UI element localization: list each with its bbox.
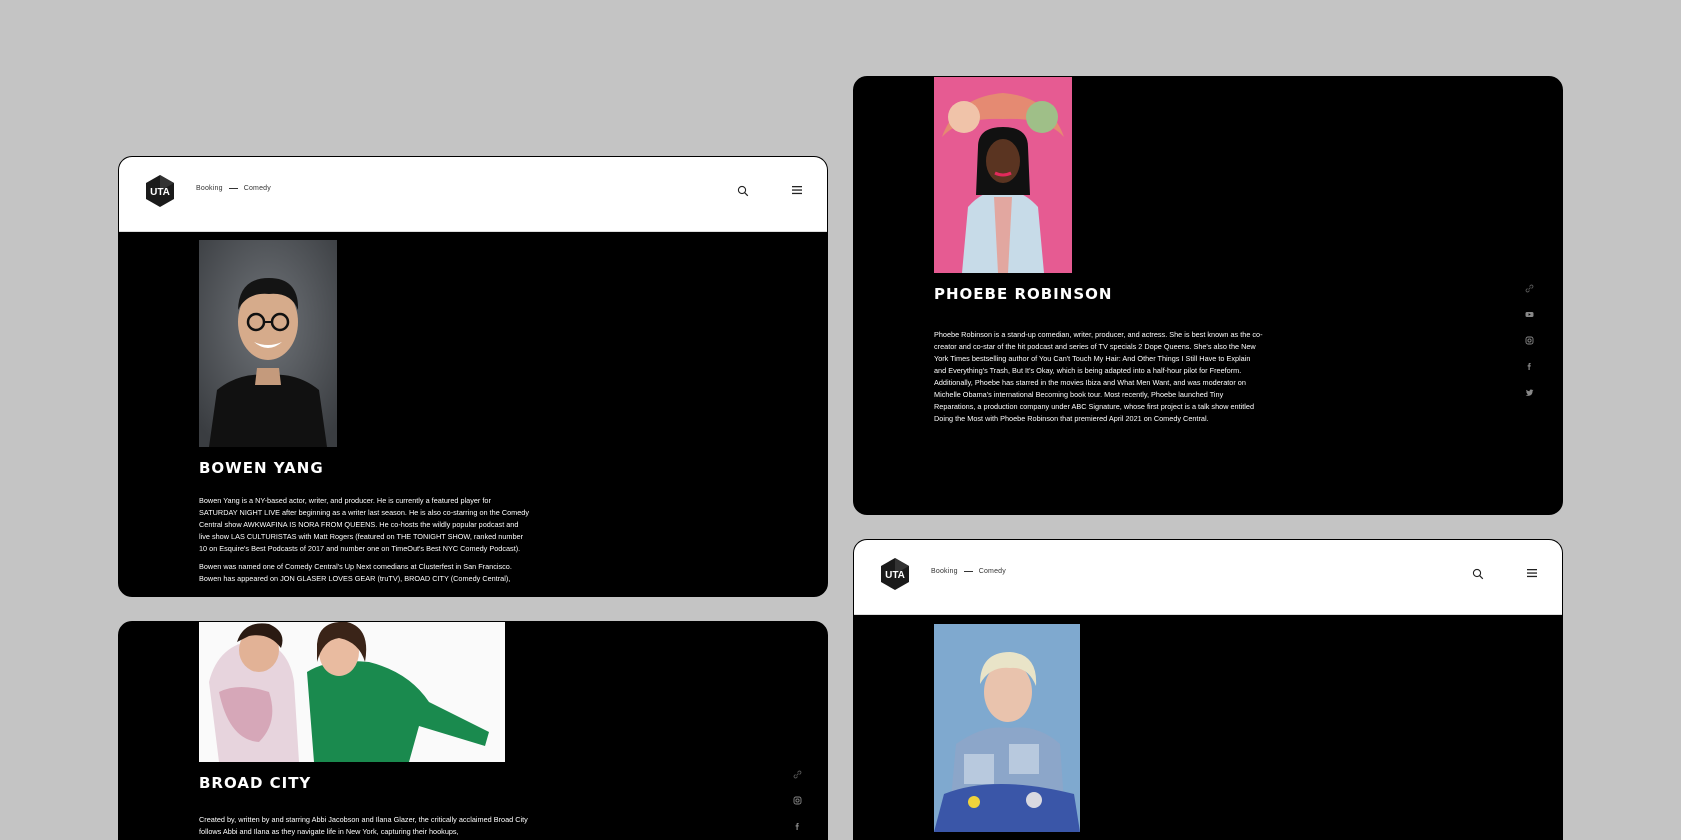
artist-name: PHOEBE ROBINSON <box>934 285 1113 303</box>
breadcrumb-separator <box>963 571 973 572</box>
search-icon[interactable] <box>737 185 749 197</box>
hamburger-menu-icon[interactable] <box>1526 567 1538 579</box>
breadcrumb-booking[interactable]: Booking <box>931 568 958 575</box>
instagram-icon[interactable] <box>1525 336 1534 345</box>
artist-name: BOWEN YANG <box>199 459 324 477</box>
twitter-icon[interactable] <box>1525 388 1534 397</box>
broad-city-card: BROAD CITY Created by, written by and st… <box>118 621 828 840</box>
gallery-stage: UTA Booking Comedy BOWEN YANG Bowen Yang… <box>0 0 1681 840</box>
breadcrumb: Booking Comedy <box>196 185 271 192</box>
breadcrumb: Booking Comedy <box>931 568 1006 575</box>
uta-logo[interactable]: UTA <box>878 557 912 591</box>
facebook-icon[interactable] <box>793 822 802 831</box>
social-links <box>793 770 802 831</box>
phoebe-robinson-photo <box>934 77 1072 273</box>
site-header: UTA Booking Comedy <box>854 540 1562 615</box>
artist-bio: Bowen Yang is a NY-based actor, writer, … <box>199 495 529 591</box>
breadcrumb-separator <box>228 188 238 189</box>
bowen-yang-card: UTA Booking Comedy BOWEN YANG Bowen Yang… <box>118 156 828 597</box>
breadcrumb-booking[interactable]: Booking <box>196 185 223 192</box>
broad-city-photo <box>199 622 505 762</box>
site-header: UTA Booking Comedy <box>119 157 827 232</box>
facebook-icon[interactable] <box>1525 362 1534 371</box>
breadcrumb-comedy[interactable]: Comedy <box>979 568 1006 575</box>
link-icon[interactable] <box>1525 284 1534 293</box>
svg-text:UTA: UTA <box>885 570 905 581</box>
artist-bio: Created by, written by and starring Abbi… <box>199 815 528 836</box>
phoebe-robinson-card: PHOEBE ROBINSON Phoebe Robinson is a sta… <box>853 76 1563 515</box>
bowen-yang-photo <box>199 240 337 447</box>
artist-card: UTA Booking Comedy <box>853 539 1563 840</box>
artist-bio: Phoebe Robinson is a stand-up comedian, … <box>934 330 1263 423</box>
social-links <box>1525 284 1534 397</box>
svg-text:UTA: UTA <box>150 187 170 198</box>
bio-paragraph: Bowen was named one of Comedy Central's … <box>199 562 512 583</box>
link-icon[interactable] <box>793 770 802 779</box>
artist-name: BROAD CITY <box>199 774 312 792</box>
artist-photo <box>934 624 1080 832</box>
bio-paragraph: Bowen Yang is a NY-based actor, writer, … <box>199 496 529 553</box>
breadcrumb-comedy[interactable]: Comedy <box>244 185 271 192</box>
youtube-icon[interactable] <box>1525 310 1534 319</box>
search-icon[interactable] <box>1472 568 1484 580</box>
hamburger-menu-icon[interactable] <box>791 184 803 196</box>
uta-logo[interactable]: UTA <box>143 174 177 208</box>
instagram-icon[interactable] <box>793 796 802 805</box>
